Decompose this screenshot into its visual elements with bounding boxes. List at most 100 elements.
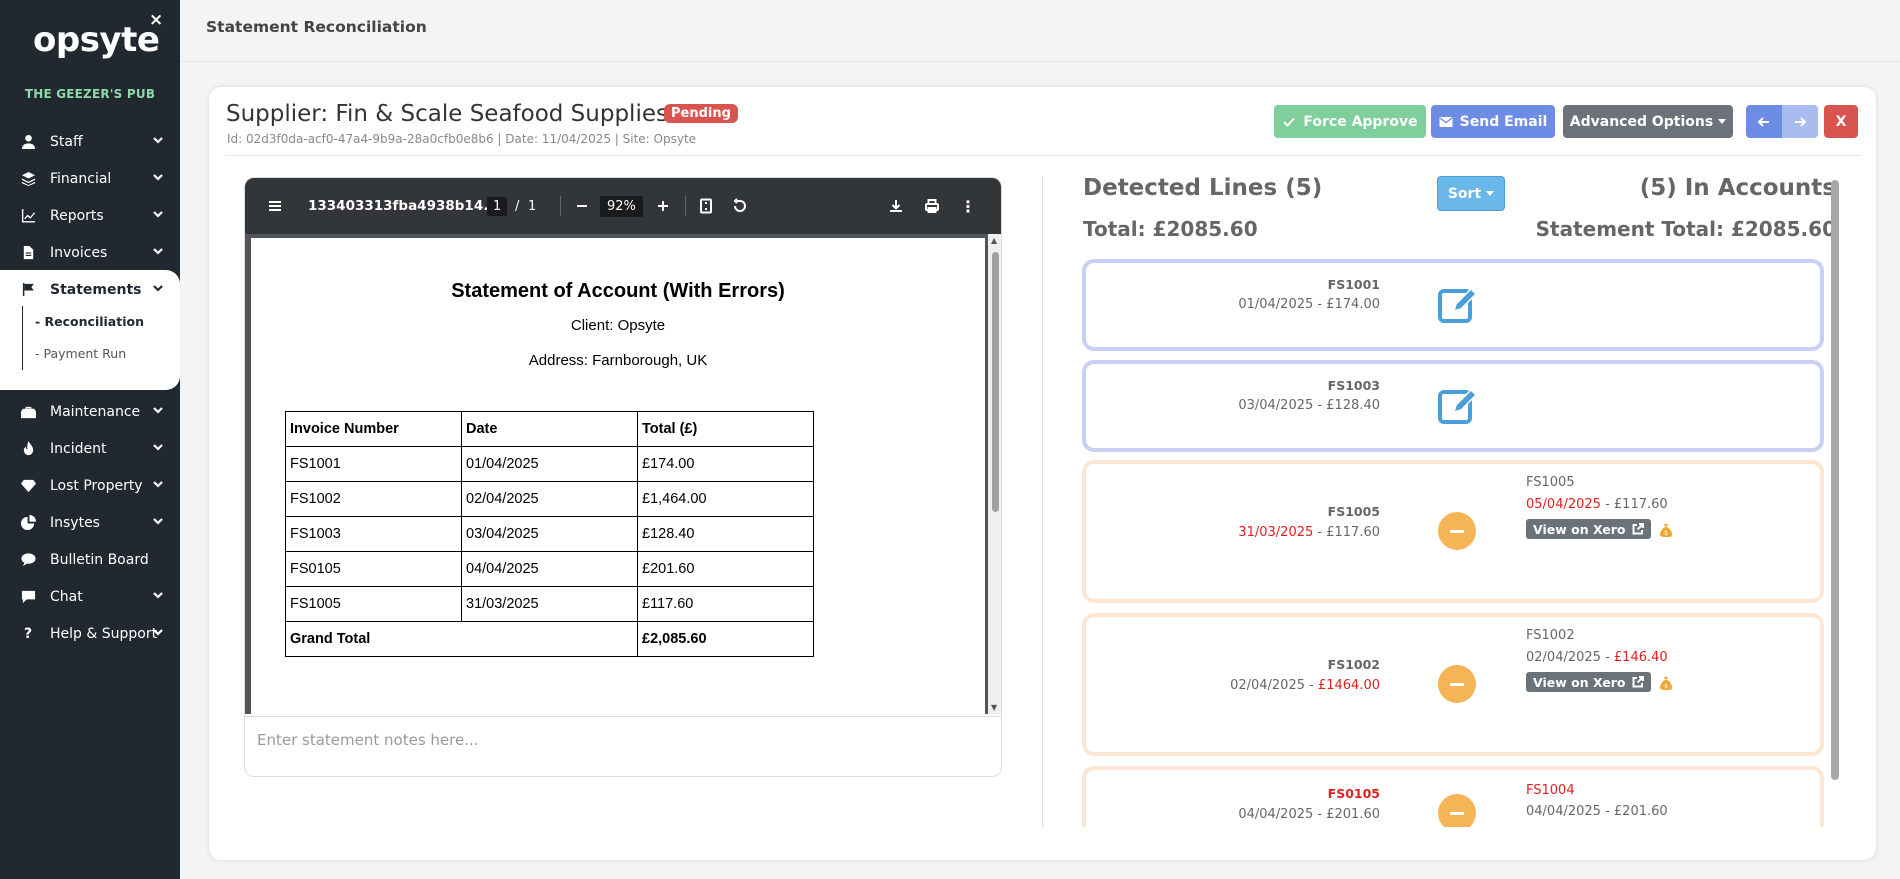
sidebar-item-chat[interactable]: Chat bbox=[0, 578, 180, 615]
header-divider bbox=[226, 155, 1861, 156]
statements-section: Statements - Reconciliation - Payment Ru… bbox=[0, 270, 180, 390]
print-icon[interactable] bbox=[924, 178, 940, 234]
scroll-up-icon[interactable]: ▲ bbox=[991, 236, 997, 245]
close-button[interactable]: X bbox=[1824, 105, 1858, 138]
toolbox-icon bbox=[20, 404, 36, 419]
arrow-left-icon bbox=[1757, 116, 1769, 127]
sidebar-item-lost-property[interactable]: Lost Property bbox=[0, 467, 180, 504]
money-bag-icon: $ bbox=[1660, 675, 1672, 690]
zoom-in-icon[interactable] bbox=[655, 178, 671, 234]
line-invoice: FS0105 bbox=[1327, 786, 1380, 801]
table-header-row: Invoice Number Date Total (£) bbox=[285, 411, 814, 447]
sidebar-item-staff[interactable]: Staff bbox=[0, 123, 180, 160]
account-sep: - bbox=[1600, 804, 1614, 819]
account-amount: £201.60 bbox=[1613, 804, 1668, 819]
account-sep: - bbox=[1600, 497, 1614, 512]
statement-notes-input[interactable]: Enter statement notes here... bbox=[245, 716, 1001, 776]
logo: opsyte bbox=[33, 20, 160, 60]
svg-text:$: $ bbox=[1664, 530, 1668, 537]
line-invoice: FS1001 bbox=[1327, 277, 1380, 292]
supplier-title: Supplier: Fin & Scale Seafood Supplies bbox=[226, 101, 668, 127]
sidebar-item-help-support[interactable]: ? Help & Support bbox=[0, 615, 180, 652]
table-row: FS0105 04/04/2025 £201.60 bbox=[285, 551, 814, 587]
sidebar-subitem-reconciliation[interactable]: - Reconciliation bbox=[35, 314, 144, 329]
pdf-filename: 133403313fba4938b14... bbox=[308, 198, 499, 214]
lines-scrollbar[interactable] bbox=[1831, 180, 1839, 780]
download-icon[interactable] bbox=[888, 178, 904, 234]
sidebar-item-maintenance[interactable]: Maintenance bbox=[0, 393, 180, 430]
page-total: 1 bbox=[528, 198, 537, 214]
line-sep: - bbox=[1313, 525, 1327, 540]
chevron-down-icon bbox=[152, 515, 164, 527]
view-on-xero-button[interactable]: View on Xero bbox=[1526, 519, 1651, 539]
chevron-down-icon bbox=[152, 478, 164, 490]
next-statement-button[interactable] bbox=[1782, 105, 1818, 138]
sidebar-subitem-payment-run[interactable]: - Payment Run bbox=[35, 346, 126, 361]
fire-icon bbox=[20, 441, 36, 456]
sidebar-item-reports[interactable]: Reports bbox=[0, 197, 180, 234]
detected-total: Total: £2085.60 bbox=[1083, 217, 1258, 241]
column-header: Total (£) bbox=[637, 411, 814, 447]
check-icon bbox=[1283, 117, 1296, 127]
layers-icon bbox=[20, 171, 36, 186]
sort-label: Sort bbox=[1447, 185, 1482, 202]
line-amount: £174.00 bbox=[1326, 297, 1380, 312]
file-icon bbox=[20, 245, 36, 260]
line-date: 01/04/2025 bbox=[1238, 297, 1314, 312]
sidebar-item-insytes[interactable]: Insytes bbox=[0, 504, 180, 541]
venue-name: THE GEEZER'S PUB bbox=[24, 87, 156, 101]
statement-meta: Id: 02d3f0da-acf0-47a4-9b9a-28a0cfb0e8b6… bbox=[227, 132, 697, 146]
chat-icon bbox=[20, 589, 36, 604]
sidebar-item-financial[interactable]: Financial bbox=[0, 160, 180, 197]
remove-match-button[interactable] bbox=[1438, 794, 1476, 827]
page-separator: / bbox=[515, 198, 520, 214]
sidebar-item-statements[interactable]: Statements bbox=[0, 271, 180, 308]
sidebar: × opsyte THE GEEZER'S PUB Staff Financia… bbox=[0, 0, 180, 879]
flag-icon bbox=[20, 282, 36, 297]
pdf-page: Statement of Account (With Errors) Clien… bbox=[251, 238, 985, 714]
caret-down-icon bbox=[1718, 119, 1727, 124]
remove-match-button[interactable] bbox=[1438, 512, 1476, 550]
external-link-icon bbox=[1632, 676, 1644, 688]
page-number-input[interactable]: 1 bbox=[487, 178, 508, 234]
external-link-icon bbox=[1632, 523, 1644, 535]
caret-down-icon bbox=[1486, 191, 1495, 196]
list-item: FS1002 02/04/2025 - £1464.00 FS1002 02/0… bbox=[1082, 613, 1824, 756]
edit-icon[interactable] bbox=[1436, 384, 1480, 428]
zoom-input[interactable]: 92% bbox=[600, 178, 643, 234]
advanced-options-button[interactable]: Advanced Options bbox=[1563, 105, 1733, 138]
fit-page-icon[interactable] bbox=[698, 178, 714, 234]
rotate-icon[interactable] bbox=[732, 178, 748, 234]
force-approve-label: Force Approve bbox=[1303, 113, 1418, 130]
sidebar-item-bulletin-board[interactable]: Bulletin Board bbox=[0, 541, 180, 578]
line-date: 02/04/2025 bbox=[1230, 678, 1305, 693]
menu-icon[interactable] bbox=[267, 178, 283, 234]
scroll-down-icon[interactable]: ▼ bbox=[991, 703, 997, 712]
line-detail: 03/04/2025 - £128.40 bbox=[1238, 398, 1380, 413]
user-icon bbox=[20, 134, 36, 149]
send-email-button[interactable]: Send Email bbox=[1431, 105, 1555, 138]
force-approve-button[interactable]: Force Approve bbox=[1274, 105, 1426, 138]
more-options-icon[interactable]: ⋮ bbox=[960, 178, 976, 234]
statement-total: Statement Total: £2085.60 bbox=[1535, 217, 1836, 241]
grand-total-value: £2,085.60 bbox=[637, 621, 814, 657]
view-on-xero-button[interactable]: View on Xero bbox=[1526, 672, 1651, 692]
submenu-line bbox=[22, 306, 23, 370]
sidebar-item-invoices[interactable]: Invoices bbox=[0, 234, 180, 271]
table-row: FS1002 02/04/2025 £1,464.00 bbox=[285, 481, 814, 517]
zoom-out-icon[interactable] bbox=[574, 178, 590, 234]
line-sep: - bbox=[1313, 398, 1327, 413]
page-current: 1 bbox=[487, 196, 508, 216]
sort-button[interactable]: Sort bbox=[1437, 176, 1505, 211]
edit-icon[interactable] bbox=[1436, 283, 1480, 327]
pdf-scrollbar[interactable]: ▲ ▼ bbox=[988, 234, 1001, 714]
document-title: Statement of Account (With Errors) bbox=[451, 280, 785, 302]
chevron-down-icon bbox=[152, 208, 164, 220]
remove-match-button[interactable] bbox=[1438, 665, 1476, 703]
previous-statement-button[interactable] bbox=[1746, 105, 1782, 138]
list-item: FS1003 03/04/2025 - £128.40 bbox=[1082, 360, 1824, 452]
pie-chart-icon bbox=[20, 515, 36, 530]
scrollbar-thumb[interactable] bbox=[992, 252, 999, 512]
sidebar-item-incident[interactable]: Incident bbox=[0, 430, 180, 467]
table-cell: £117.60 bbox=[637, 586, 814, 622]
